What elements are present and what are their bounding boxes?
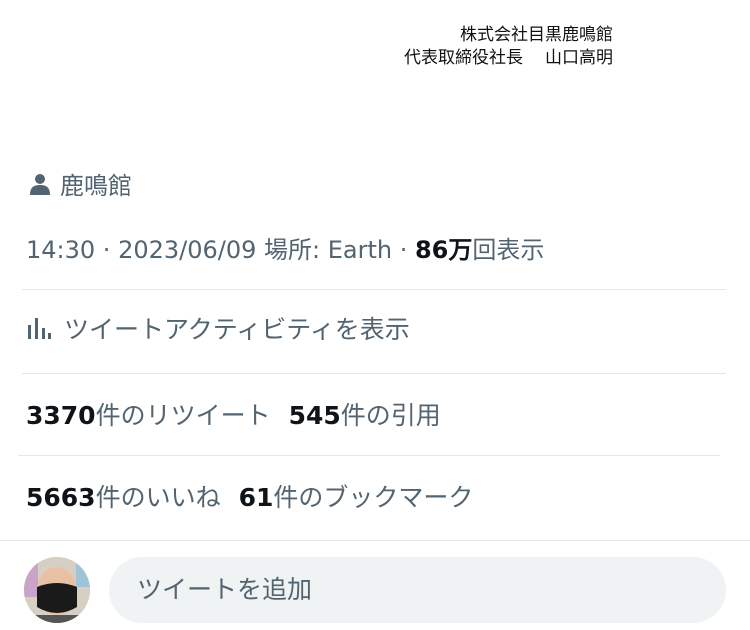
tweet-location[interactable]: 鹿鳴館 — [30, 166, 132, 201]
reply-input[interactable]: ツイートを追加 — [109, 557, 726, 623]
avatar[interactable] — [24, 557, 90, 623]
retweets-link[interactable]: 3370件のリツイート — [26, 401, 271, 430]
divider — [22, 289, 726, 290]
quotes-count: 545 — [288, 401, 341, 430]
engagement-row-retweets: 3370件のリツイート 545件の引用 — [26, 396, 441, 432]
retweets-label: 件のリツイート — [95, 401, 271, 430]
signature-company: 株式会社目黒鹿鳴館 — [460, 25, 613, 45]
signature-title: 代表取締役社長 — [404, 48, 523, 68]
person-icon — [30, 173, 50, 195]
reply-bar: ツイートを追加 — [0, 541, 750, 630]
retweets-count: 3370 — [26, 401, 96, 430]
meta-separator: · — [95, 236, 119, 264]
quotes-link[interactable]: 545件の引用 — [289, 401, 441, 430]
signature-name: 山口高明 — [545, 48, 613, 68]
likes-link[interactable]: 5663件のいいね — [26, 483, 221, 512]
tweet-detail-page: 株式会社目黒鹿鳴館 代表取締役社長 山口高明 鹿鳴館 14:30 · 2023/0… — [0, 0, 750, 630]
divider — [18, 455, 720, 456]
tweet-activity-link[interactable]: ツイートアクティビティを表示 — [26, 310, 410, 346]
engagement-row-likes: 5663件のいいね 61件のブックマーク — [26, 478, 473, 514]
image-signature-block: 株式会社目黒鹿鳴館 代表取締役社長 山口高明 — [404, 24, 613, 70]
signature-line: 代表取締役社長 山口高明 — [404, 47, 613, 70]
location-label: 鹿鳴館 — [60, 172, 132, 200]
quotes-label: 件の引用 — [340, 401, 441, 430]
views-count: 86万 — [414, 236, 473, 264]
likes-label: 件のいいね — [95, 483, 221, 512]
bookmarks-count: 61 — [238, 483, 274, 512]
bookmarks-link[interactable]: 61件のブックマーク — [239, 483, 474, 512]
meta-separator: · — [392, 236, 415, 264]
bookmarks-label: 件のブックマーク — [273, 483, 474, 512]
views-label: 回表示 — [472, 236, 545, 264]
avatar-image — [24, 557, 90, 623]
activity-label: ツイートアクティビティを表示 — [64, 315, 410, 344]
tweet-time[interactable]: 14:30 — [26, 236, 95, 264]
analytics-icon — [28, 318, 51, 339]
likes-count: 5663 — [26, 483, 96, 512]
tweet-meta: 14:30 · 2023/06/09 場所: Earth · 86万回表示 — [26, 230, 544, 265]
tweet-place: 場所: Earth — [256, 236, 393, 264]
tweet-date[interactable]: 2023/06/09 — [118, 236, 256, 264]
divider — [22, 373, 726, 374]
